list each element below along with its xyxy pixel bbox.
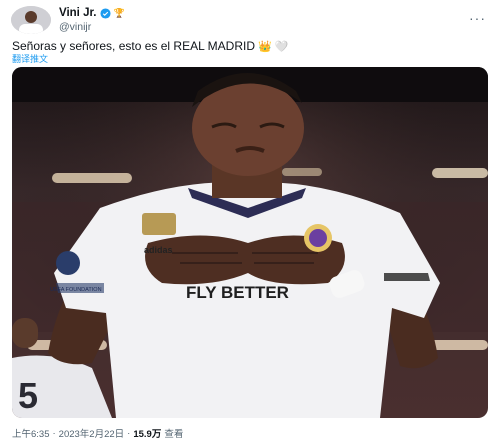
- avatar[interactable]: [11, 6, 51, 34]
- trophy-icon: 🏆: [113, 8, 125, 18]
- white-heart-emoji: 🤍: [274, 40, 289, 53]
- more-options-icon[interactable]: ···: [469, 10, 486, 26]
- tweet-header: Vini Jr. 🏆 @vinijr: [11, 6, 125, 34]
- views-count: 15.9万: [133, 429, 162, 440]
- tweet-meta: 上午6:35 · 2023年2月22日 · 15.9万 查看: [12, 426, 183, 440]
- display-name[interactable]: Vini Jr.: [59, 6, 97, 20]
- tweet-photo[interactable]: FLY BETTER adidas UEFA FOUNDATION 5: [12, 67, 488, 418]
- verified-badge-icon: [99, 7, 111, 19]
- svg-text:5: 5: [18, 375, 38, 416]
- tweet-text: Señoras y señores, esto es el REAL MADRI…: [12, 39, 288, 53]
- tweet-body: Señoras y señores, esto es el REAL MADRI…: [12, 39, 255, 53]
- jersey-sponsor-text: FLY BETTER: [186, 283, 289, 302]
- jersey-brand-text: adidas: [144, 245, 173, 255]
- handle[interactable]: @vinijr: [59, 20, 125, 34]
- meta-separator-2: ·: [127, 427, 131, 439]
- tweet-time[interactable]: 上午6:35: [12, 426, 50, 440]
- meta-separator: ·: [52, 427, 56, 439]
- crown-emoji: 👑: [258, 40, 272, 53]
- author-names: Vini Jr. 🏆 @vinijr: [59, 6, 125, 34]
- views-label: 查看: [164, 429, 184, 440]
- sleeve-patch-text: UEFA FOUNDATION: [50, 287, 102, 293]
- player-photo-illustration: FLY BETTER adidas UEFA FOUNDATION 5: [12, 67, 488, 418]
- translate-link[interactable]: 翻译推文: [12, 52, 48, 65]
- tweet-date[interactable]: 2023年2月22日: [59, 426, 124, 440]
